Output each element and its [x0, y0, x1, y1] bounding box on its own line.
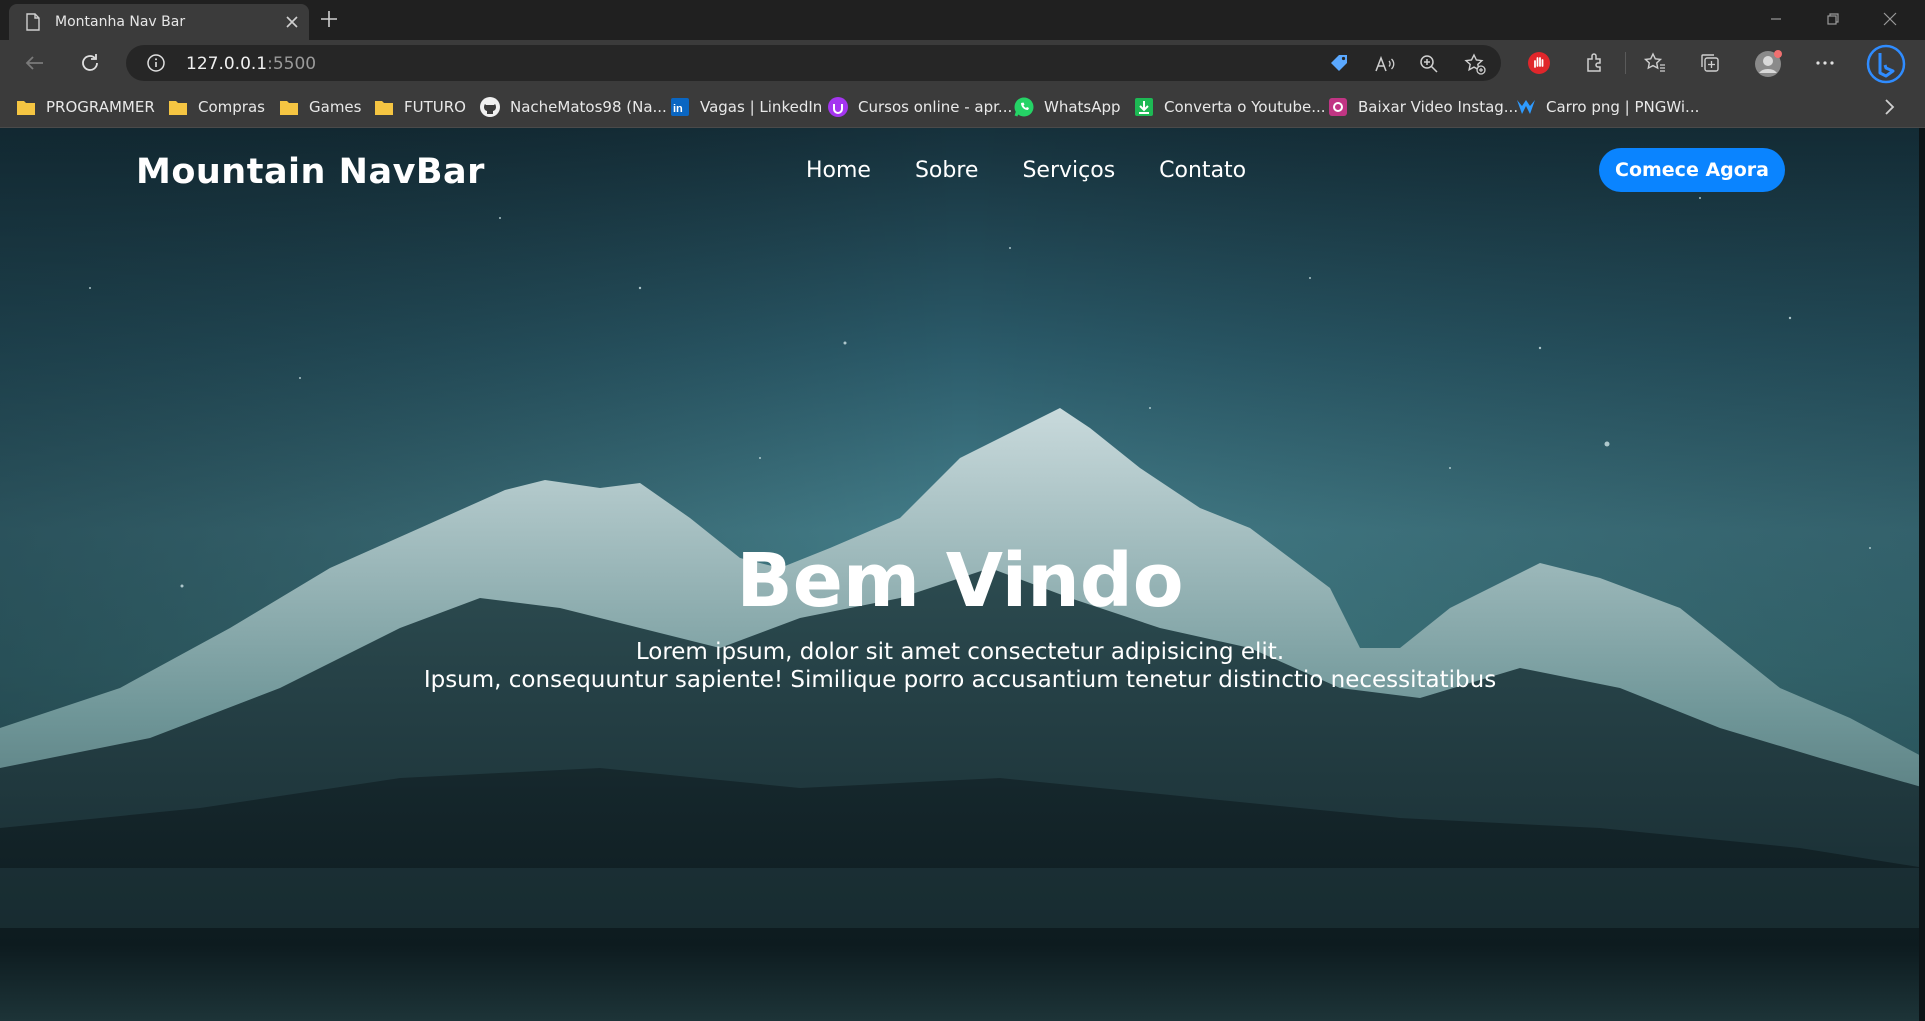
udemy-icon — [828, 97, 848, 117]
new-tab-icon[interactable] — [318, 8, 340, 30]
hero-title: Bem Vindo — [736, 538, 1184, 624]
brand-logo[interactable]: Mountain NavBar — [136, 152, 485, 192]
restore-icon[interactable] — [1821, 7, 1845, 31]
bookmark-converta-youtube[interactable]: Converta o Youtube... — [1133, 95, 1326, 119]
more-options-icon[interactable] — [1812, 50, 1838, 76]
bookmarks-bar: PROGRAMMER Compras Games FUTURO NacheMat… — [0, 87, 1925, 128]
back-arrow-icon[interactable] — [22, 50, 48, 76]
bookmark-compras[interactable]: Compras — [167, 95, 265, 119]
bing-chat-icon[interactable] — [1866, 44, 1906, 84]
browser-tab[interactable]: Montanha Nav Bar — [9, 4, 309, 40]
nav-home[interactable]: Home — [806, 158, 871, 183]
address-bar[interactable]: 127.0.0.1:5500 — [126, 45, 1501, 81]
nav-sobre[interactable]: Sobre — [915, 158, 979, 183]
hero-description-line1: Lorem ipsum, dolor sit amet consectetur … — [635, 639, 1285, 665]
linkedin-icon: in — [671, 98, 689, 116]
site-info-icon[interactable] — [146, 53, 166, 73]
nav-servicos[interactable]: Serviços — [1022, 158, 1115, 183]
close-icon[interactable] — [283, 13, 301, 31]
browser-toolbar: 127.0.0.1:5500 — [0, 40, 1925, 87]
folder-icon — [375, 101, 393, 115]
bookmark-github[interactable]: NacheMatos98 (Na... — [479, 95, 667, 119]
toolbar-divider — [1625, 52, 1626, 74]
bookmark-games[interactable]: Games — [278, 95, 361, 119]
page-viewport: Mountain NavBar Home Sobre Serviços Cont… — [0, 128, 1925, 1021]
whatsapp-icon — [1014, 97, 1034, 117]
github-icon — [480, 97, 500, 117]
bookmark-futuro[interactable]: FUTURO — [373, 95, 466, 119]
bookmark-udemy[interactable]: Cursos online - apr... — [827, 95, 1012, 119]
bookmark-whatsapp[interactable]: WhatsApp — [1013, 95, 1121, 119]
bookmark-linkedin[interactable]: in Vagas | LinkedIn — [669, 95, 822, 119]
bookmark-baixar-video[interactable]: Baixar Video Instag... — [1327, 95, 1518, 119]
folder-icon — [169, 101, 187, 115]
stop-hand-extension-icon[interactable] — [1526, 50, 1552, 76]
tab-title: Montanha Nav Bar — [55, 14, 186, 30]
svg-text:in: in — [673, 103, 683, 115]
browser-tab-bar: Montanha Nav Bar — [0, 0, 1925, 40]
folder-icon — [280, 101, 298, 115]
scrollbar-edge[interactable] — [1919, 128, 1925, 1021]
comece-agora-button[interactable]: Comece Agora — [1599, 148, 1785, 192]
main-nav: Home Sobre Serviços Contato — [806, 158, 1290, 183]
bookmark-programmer[interactable]: PROGRAMMER — [15, 95, 155, 119]
favorites-icon[interactable] — [1642, 50, 1668, 76]
refresh-icon[interactable] — [77, 50, 103, 76]
window-close-icon[interactable] — [1878, 7, 1902, 31]
add-favorite-icon[interactable] — [1463, 52, 1487, 76]
page-icon — [26, 13, 40, 31]
read-aloud-icon[interactable] — [1374, 53, 1396, 75]
folder-icon — [17, 101, 35, 115]
extensions-icon[interactable] — [1582, 50, 1608, 76]
bookmark-pngwing[interactable]: Carro png | PNGWi... — [1515, 95, 1699, 119]
nav-contato[interactable]: Contato — [1159, 158, 1246, 183]
profile-avatar-icon[interactable] — [1753, 49, 1783, 79]
download-icon — [1135, 98, 1153, 116]
hero-description-line2: Ipsum, consequuntur sapiente! Similique … — [423, 667, 1497, 693]
collections-icon[interactable] — [1697, 50, 1723, 76]
chevron-right-icon[interactable] — [1878, 96, 1900, 118]
zoom-icon[interactable] — [1418, 53, 1440, 75]
pngwing-icon — [1517, 100, 1535, 114]
instagram-downloader-icon — [1329, 98, 1347, 116]
coupon-tag-icon[interactable] — [1328, 52, 1350, 74]
url-text[interactable]: 127.0.0.1:5500 — [186, 54, 316, 74]
minimize-icon[interactable] — [1764, 7, 1788, 31]
